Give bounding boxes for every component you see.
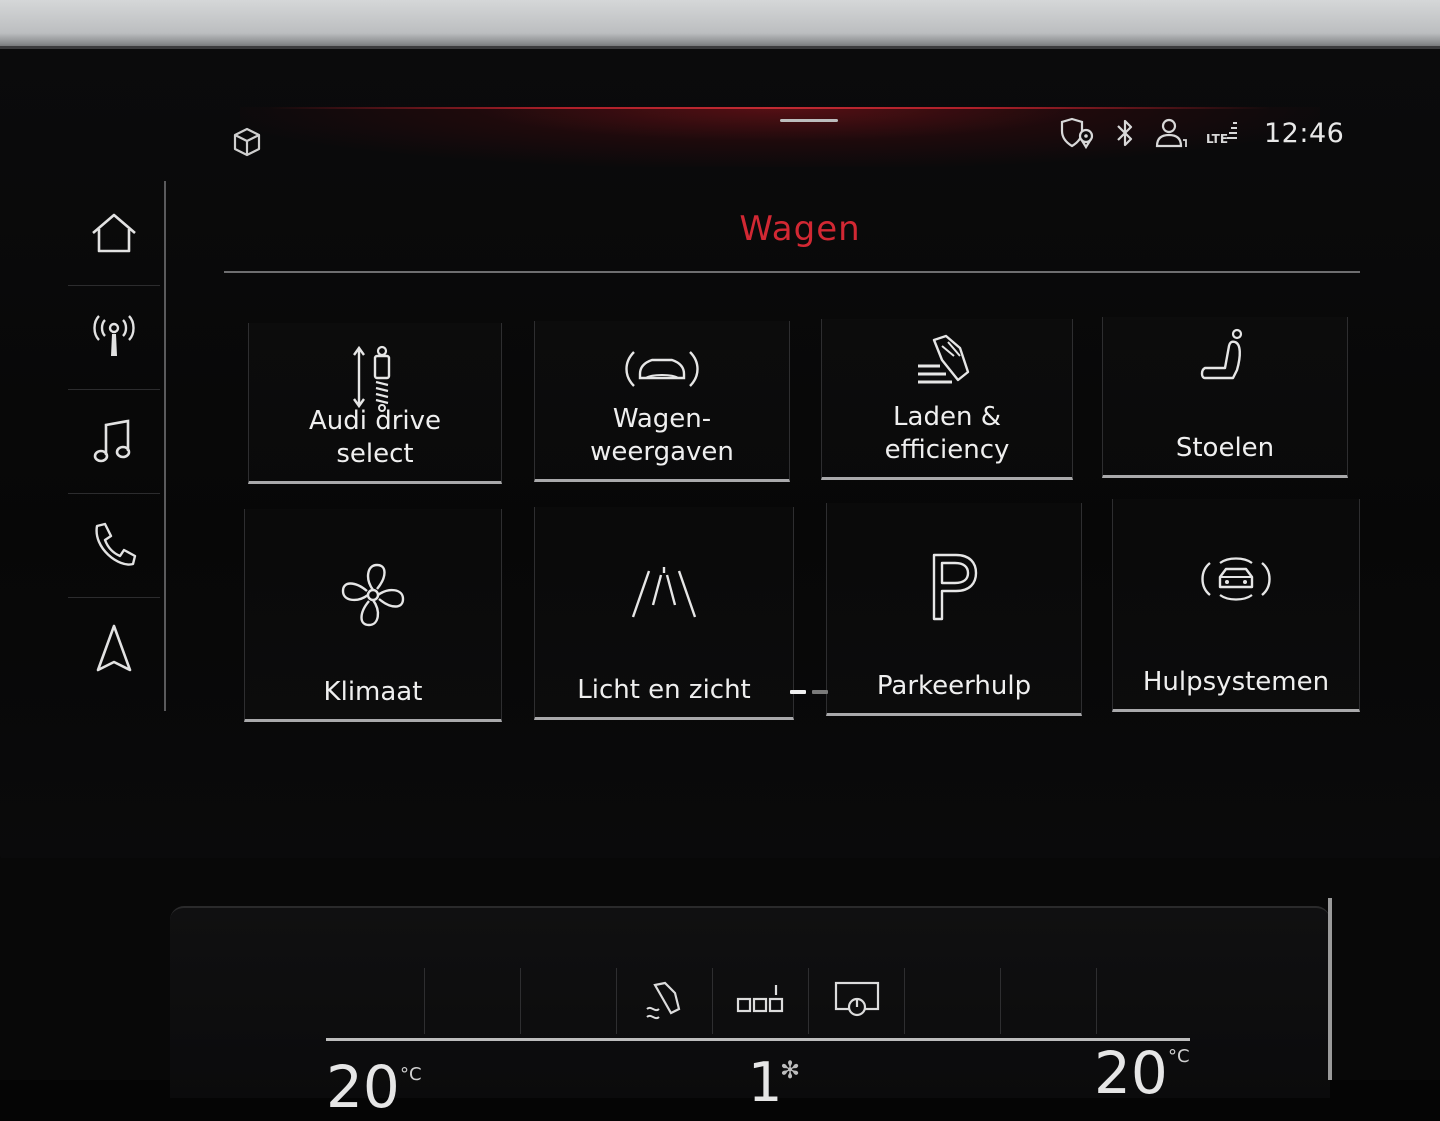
tile-audi-drive-select[interactable]: Audi drive select [248, 323, 502, 484]
right-temperature-unit: °C [1168, 1046, 1190, 1067]
tile-label: Stoelen [1175, 433, 1275, 463]
clock: 12:46 [1264, 117, 1345, 149]
tile-klimaat[interactable]: Klimaat [244, 509, 502, 722]
parking-icon [932, 553, 978, 621]
pull-down-handle[interactable] [780, 119, 838, 122]
navigation-arrow-icon [96, 624, 132, 672]
tile-label: Klimaat [323, 677, 423, 707]
left-temperature[interactable]: 20 [326, 1058, 400, 1116]
sidebar-item-media[interactable] [68, 389, 160, 494]
screen-power-icon [834, 981, 880, 1017]
screen-power-button[interactable] [808, 968, 905, 1034]
sidebar-item-home[interactable] [68, 181, 160, 286]
title-divider [224, 271, 1360, 273]
sidebar [68, 181, 166, 711]
sidebar-item-navigation[interactable] [68, 597, 160, 701]
seat-bench-button[interactable] [712, 968, 809, 1034]
right-temperature[interactable]: 20 [1094, 1044, 1168, 1102]
car-view-icon [625, 351, 699, 387]
home-icon [92, 213, 136, 253]
tile-label: Audi drive select [308, 406, 442, 469]
climate-slot[interactable] [1000, 968, 1097, 1034]
climate-slot[interactable] [1096, 968, 1193, 1034]
navigation-shield-icon [1060, 117, 1094, 150]
network-label: LTE [1206, 132, 1229, 146]
music-note-icon [93, 419, 131, 463]
panel-edge [1328, 898, 1332, 1080]
climate-rule [326, 1038, 1190, 1041]
radio-antenna-icon [93, 315, 135, 356]
page-indicator [790, 690, 828, 694]
page-dot[interactable] [812, 690, 828, 694]
bluetooth-icon [1117, 119, 1133, 147]
seat-heating-icon [646, 981, 681, 1020]
fan-level[interactable]: 1 [748, 1056, 782, 1110]
seat-heating-button[interactable] [616, 968, 713, 1034]
tile-licht-en-zicht[interactable]: Licht en zicht [534, 507, 794, 720]
seat-bench-icon [736, 985, 784, 1013]
phone-icon [95, 522, 137, 566]
light-road-icon [631, 567, 697, 618]
climate-slot[interactable] [424, 968, 521, 1034]
tile-label: Parkeerhulp [876, 671, 1032, 701]
climate-slot[interactable] [520, 968, 617, 1034]
tile-parkeerhulp[interactable]: Parkeerhulp [826, 503, 1082, 716]
tile-hulpsystemen[interactable]: Hulpsystemen [1112, 499, 1360, 712]
tile-laden-efficiency[interactable]: Laden & efficiency [821, 319, 1073, 480]
tile-label: Hulpsystemen [1142, 667, 1330, 697]
lte-signal-icon: LTE [1206, 116, 1240, 150]
accent-line [270, 107, 1270, 109]
tile-stoelen[interactable]: Stoelen [1102, 317, 1348, 478]
left-temperature-unit: °C [400, 1064, 422, 1085]
status-bar: LTE 12:46 [1060, 113, 1344, 153]
tile-label: Laden & efficiency [884, 402, 1010, 465]
seat-icon [1200, 328, 1243, 380]
infotainment-screen: LTE 12:46 Wagen Audi drive select Wagen-… [0, 46, 1440, 861]
page-dot-active[interactable] [790, 690, 806, 694]
sidebar-item-radio[interactable] [68, 285, 160, 390]
charging-efficiency-icon [918, 334, 970, 384]
tile-label: Wagen- weergaven [590, 404, 734, 467]
sidebar-item-phone[interactable] [68, 493, 160, 598]
user-profile-icon[interactable] [1154, 116, 1188, 150]
climate-slot[interactable] [904, 968, 1001, 1034]
tile-wagenweergaven[interactable]: Wagen- weergaven [534, 321, 790, 482]
fan-icon [341, 563, 405, 627]
cube-icon[interactable] [230, 125, 264, 159]
tile-label: Licht en zicht [577, 675, 751, 705]
page-title: Wagen [739, 209, 861, 249]
assist-car-icon [1201, 557, 1271, 601]
suspension-icon [353, 345, 391, 412]
